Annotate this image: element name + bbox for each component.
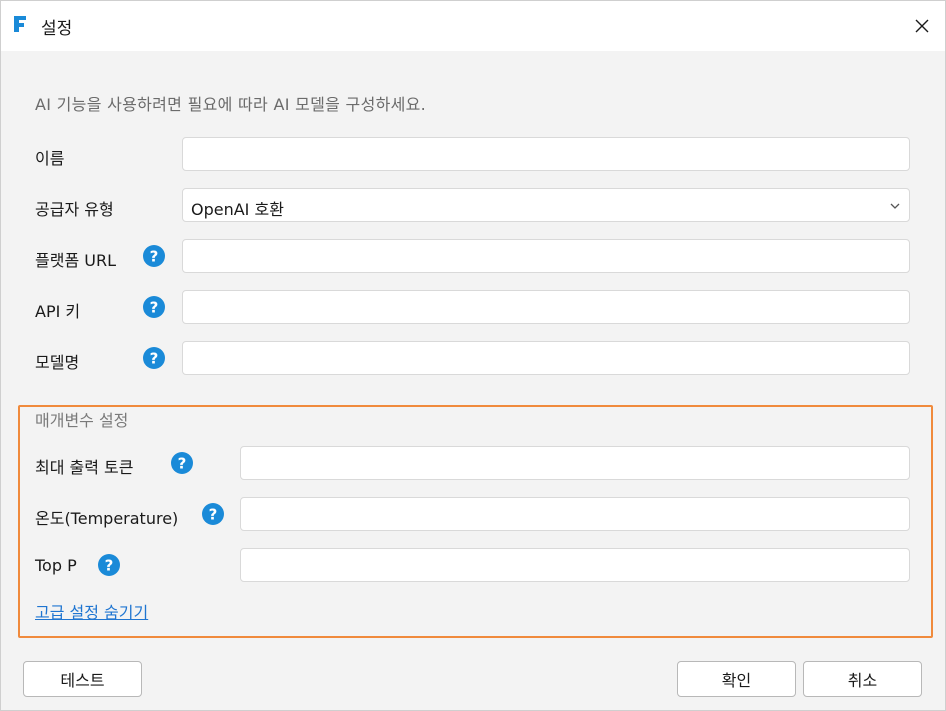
help-icon[interactable]: ?	[143, 296, 165, 318]
svg-text:?: ?	[150, 350, 159, 368]
name-input[interactable]	[182, 137, 910, 171]
svg-text:?: ?	[178, 455, 187, 473]
temperature-input[interactable]	[240, 497, 910, 531]
help-icon[interactable]: ?	[143, 347, 165, 369]
svg-text:?: ?	[105, 557, 114, 575]
platform-url-input[interactable]	[182, 239, 910, 273]
max-tokens-label: 최대 출력 토큰	[35, 458, 134, 477]
help-icon[interactable]: ?	[171, 452, 193, 474]
temperature-label: 온도(Temperature)	[35, 509, 179, 528]
top-p-input[interactable]	[240, 548, 910, 582]
provider-type-value: OpenAI 호환	[191, 200, 284, 219]
title-bar: 설정	[1, 1, 945, 51]
parameters-group-title: 매개변수 설정	[35, 411, 129, 430]
provider-type-select[interactable]: OpenAI 호환	[182, 188, 910, 222]
model-name-label: 모델명	[35, 353, 80, 372]
svg-text:?: ?	[209, 506, 218, 524]
help-icon[interactable]: ?	[202, 503, 224, 525]
test-button[interactable]: 테스트	[23, 661, 142, 697]
provider-type-label: 공급자 유형	[35, 200, 114, 219]
svg-text:?: ?	[150, 299, 159, 317]
platform-url-label: 플랫폼 URL	[35, 251, 116, 270]
cancel-button[interactable]: 취소	[803, 661, 922, 697]
top-p-label: Top P	[35, 556, 77, 575]
name-label: 이름	[35, 149, 65, 168]
window-title: 설정	[41, 19, 73, 39]
api-key-input[interactable]	[182, 290, 910, 324]
svg-text:?: ?	[150, 248, 159, 266]
hide-advanced-settings-link[interactable]: 고급 설정 숨기기	[35, 599, 148, 623]
api-key-label: API 키	[35, 302, 81, 321]
app-logo-icon	[14, 16, 26, 32]
help-icon[interactable]: ?	[143, 245, 165, 267]
ok-button[interactable]: 확인	[677, 661, 796, 697]
close-button[interactable]	[899, 1, 945, 51]
help-icon[interactable]: ?	[98, 554, 120, 576]
settings-dialog: 설정 AI 기능을 사용하려면 필요에 따라 AI 모델을 구성하세요. 이름 …	[0, 0, 946, 711]
close-icon	[915, 19, 929, 33]
model-name-input[interactable]	[182, 341, 910, 375]
max-tokens-input[interactable]	[240, 446, 910, 480]
chevron-down-icon	[890, 203, 900, 209]
description-text: AI 기능을 사용하려면 필요에 따라 AI 모델을 구성하세요.	[35, 95, 427, 114]
